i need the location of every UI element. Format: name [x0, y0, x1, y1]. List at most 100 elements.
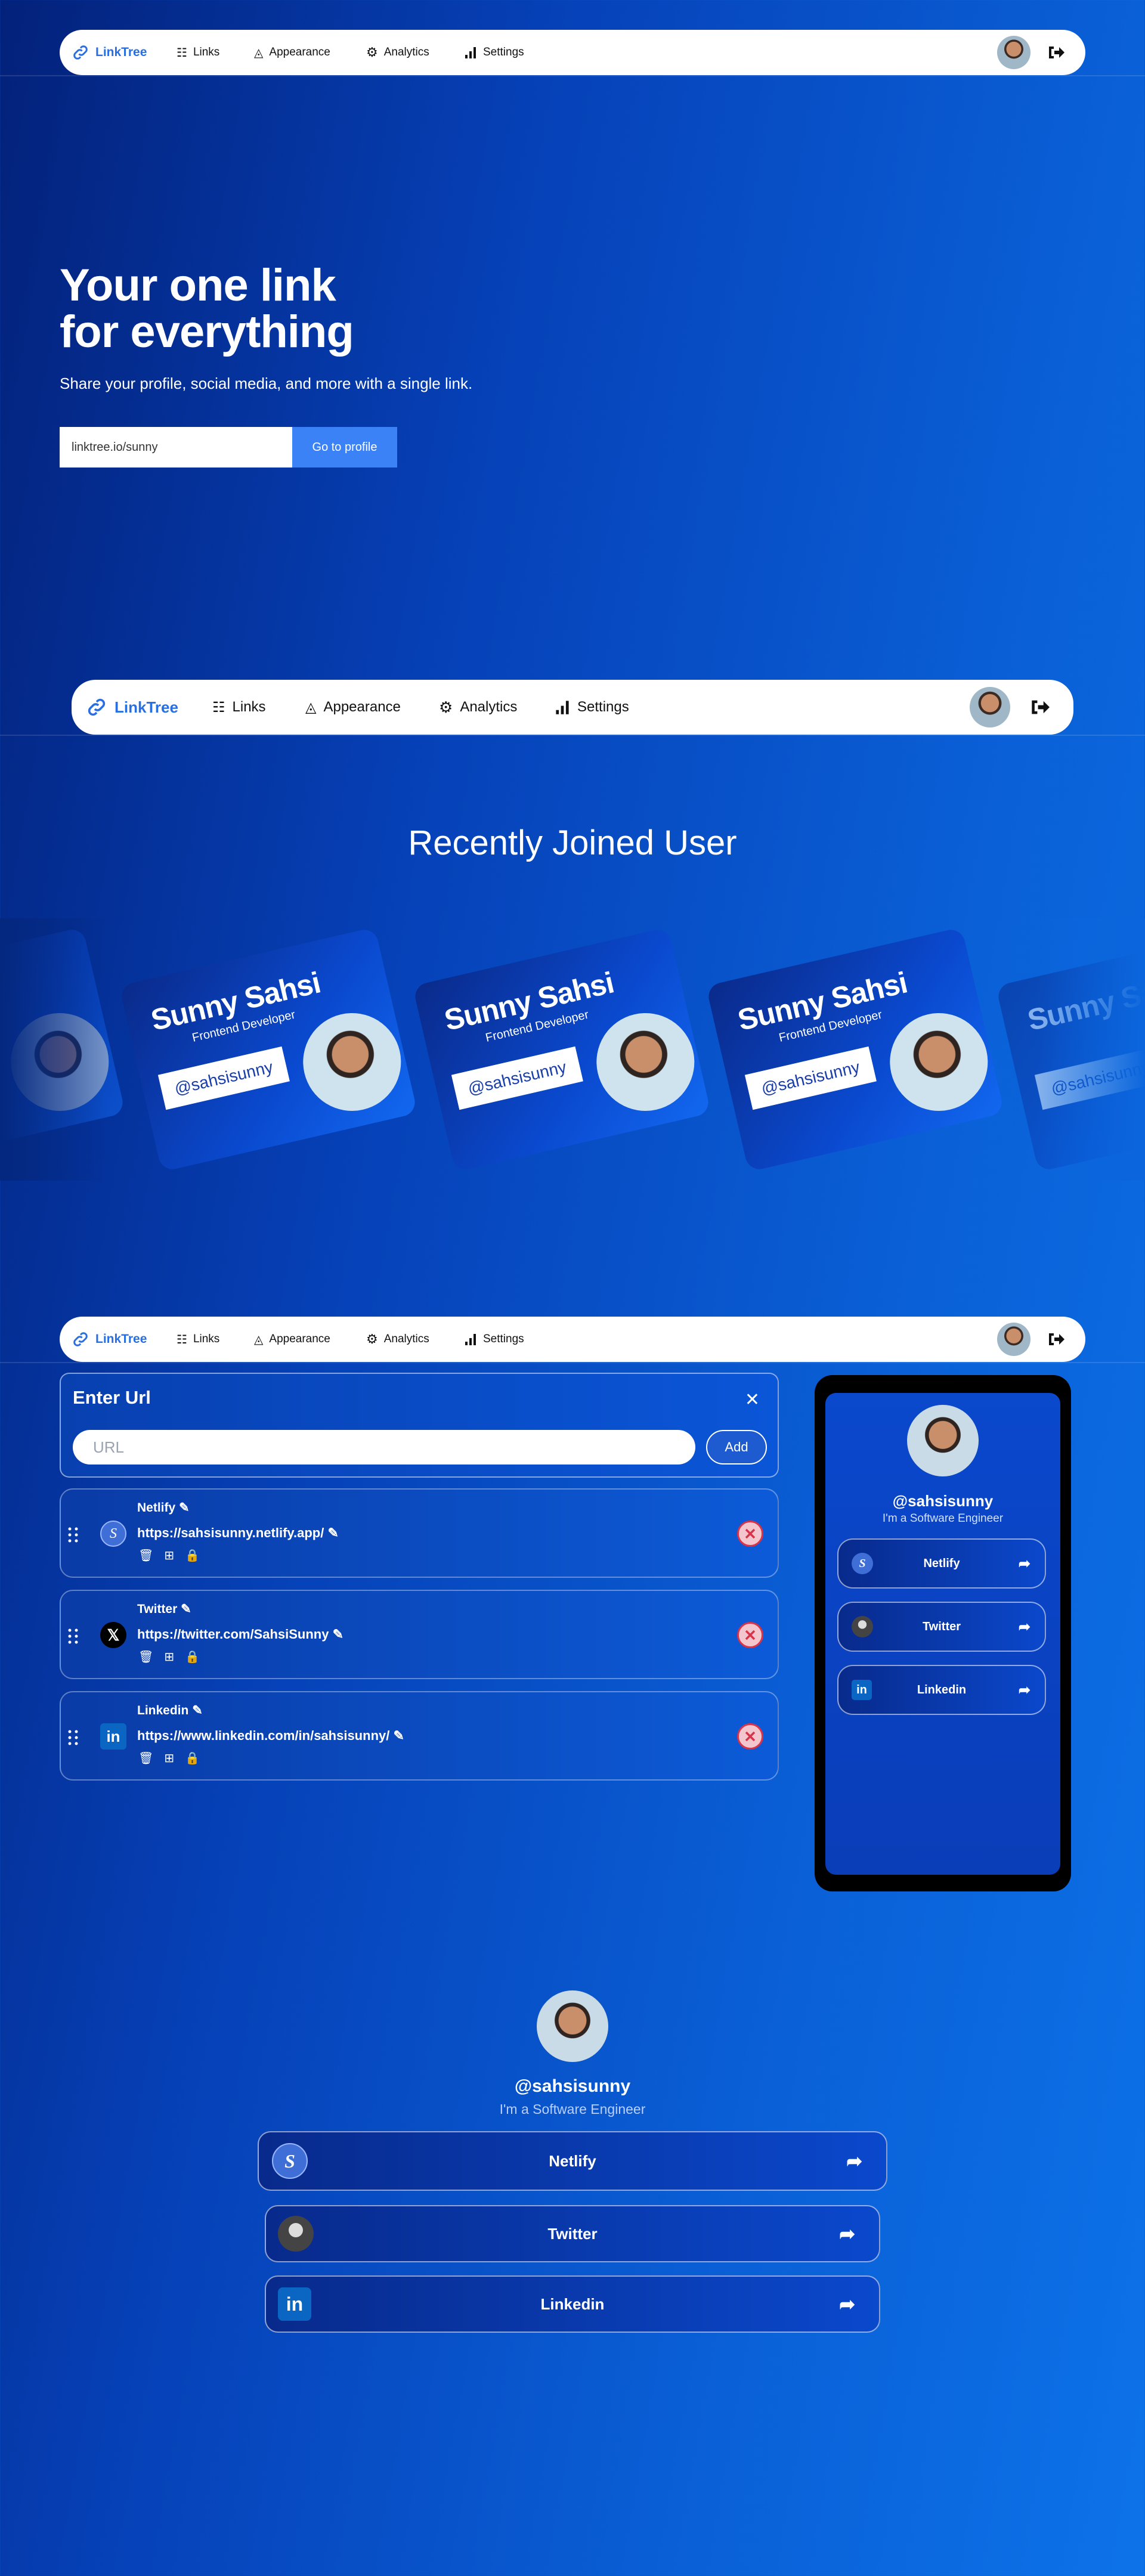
nav-divider: [0, 1362, 1145, 1363]
lock-icon[interactable]: 🔒: [185, 1548, 200, 1563]
close-icon[interactable]: ✕: [745, 1389, 760, 1410]
avatar[interactable]: [970, 687, 1010, 727]
profile-url-input[interactable]: linktree.io/sunny: [60, 427, 292, 467]
nav-divider: [0, 75, 1145, 76]
link-icon: [73, 45, 88, 60]
brand-logo[interactable]: LinkTree: [72, 1330, 147, 1348]
link-card-twitter: 𝕏 Twitter ✎ https://twitter.com/SahsiSun…: [60, 1590, 779, 1679]
shapes-icon: ◬: [254, 1333, 264, 1346]
hero-subtitle: Share your profile, social media, and mo…: [60, 374, 473, 392]
link-icon: [88, 698, 106, 716]
archive-icon[interactable]: ⊞: [164, 1649, 174, 1664]
share-icon: ➦: [1018, 1682, 1030, 1698]
profile-link-twitter[interactable]: Twitter ➦: [265, 2205, 880, 2262]
url-input[interactable]: URL: [73, 1430, 695, 1465]
preview-handle: @sahsisunny: [892, 1492, 994, 1510]
bar-chart-icon: [465, 47, 476, 58]
enter-url-panel: Enter Url ✕ URL Add: [60, 1373, 779, 1478]
edit-url-icon[interactable]: ✎: [333, 1627, 344, 1642]
drag-handle-icon[interactable]: [67, 1729, 80, 1746]
user-card[interactable]: Sunny Sahsi Frontend Developer @sahsisun…: [412, 927, 711, 1172]
gear-icon: ⚙: [366, 45, 378, 60]
nav-item-settings[interactable]: Settings: [464, 46, 524, 59]
link-card-netlify: S Netlify ✎ https://sahsisunny.netlify.a…: [60, 1488, 779, 1578]
nav-item-analytics[interactable]: ⚙ Analytics: [366, 45, 429, 60]
nav-item-appearance[interactable]: ◬ Appearance: [254, 45, 330, 60]
recently-joined-title: Recently Joined User: [408, 823, 737, 862]
brand-name: LinkTree: [95, 1332, 147, 1346]
lock-icon[interactable]: 🔒: [185, 1649, 200, 1664]
edit-name-icon[interactable]: ✎: [181, 1602, 191, 1616]
lock-icon[interactable]: 🔒: [185, 1751, 200, 1766]
top-navbar-large: LinkTree ☷ Links ◬ Appearance ⚙ Analytics S…: [72, 680, 1073, 735]
trash-icon[interactable]: 🗑: [138, 1751, 153, 1766]
nav-item-analytics[interactable]: ⚙ Analytics: [439, 698, 517, 717]
trash-icon[interactable]: 🗑: [138, 1649, 153, 1664]
preview-link-linkedin[interactable]: in Linkedin ➦: [837, 1665, 1046, 1715]
delete-icon[interactable]: [737, 1723, 763, 1750]
logout-icon[interactable]: [1047, 1331, 1065, 1348]
bar-chart-icon: [465, 1334, 476, 1345]
nav-item-settings[interactable]: Settings: [555, 699, 629, 716]
delete-icon[interactable]: [737, 1622, 763, 1648]
linkedin-icon: in: [100, 1723, 126, 1750]
share-icon: ➦: [839, 2293, 855, 2315]
top-navbar: LinkTree ☷ Links ◬ Appearance ⚙ Analytics S…: [60, 1317, 1085, 1362]
edit-name-icon[interactable]: ✎: [179, 1501, 190, 1515]
netlify-icon: S: [100, 1521, 126, 1547]
twitter-avatar-icon: [852, 1616, 873, 1637]
edit-url-icon[interactable]: ✎: [393, 1728, 404, 1743]
nav-item-links[interactable]: ☷ Links: [177, 45, 219, 60]
share-icon: ➦: [839, 2223, 855, 2244]
hero-title: Your one link for everything: [60, 260, 354, 357]
profile-avatar: [537, 1990, 608, 2062]
nav-item-analytics[interactable]: ⚙ Analytics: [366, 1332, 429, 1347]
nav-divider: [0, 735, 1145, 736]
logout-icon[interactable]: [1029, 698, 1051, 717]
bar-chart-icon: [556, 701, 569, 714]
drag-handle-icon[interactable]: [67, 1628, 80, 1645]
go-to-profile-button[interactable]: Go to profile: [292, 427, 397, 467]
profile-link-netlify[interactable]: S Netlify ➦: [258, 2131, 887, 2191]
drag-handle-icon[interactable]: [67, 1527, 80, 1543]
archive-icon[interactable]: ⊞: [164, 1548, 174, 1563]
brand-logo[interactable]: LinkTree: [86, 696, 178, 718]
edit-name-icon[interactable]: ✎: [192, 1704, 203, 1717]
nav-item-settings[interactable]: Settings: [464, 1333, 524, 1346]
profile-handle: @sahsisunny: [514, 2076, 631, 2096]
preview-link-netlify[interactable]: S Netlify ➦: [837, 1538, 1046, 1589]
carousel-fade-left: [0, 918, 107, 1181]
netlify-icon: S: [272, 2143, 308, 2179]
preview-link-twitter[interactable]: Twitter ➦: [837, 1602, 1046, 1652]
top-navbar: LinkTree ☷ Links ◬ Appearance ⚙ Analytics S…: [60, 30, 1085, 75]
preview-avatar: [907, 1405, 979, 1476]
profile-link-linkedin[interactable]: in Linkedin ➦: [265, 2275, 880, 2333]
link-card-linkedin: in Linkedin ✎ https://www.linkedin.com/i…: [60, 1691, 779, 1781]
user-photo: [880, 1003, 998, 1121]
share-icon: ➦: [846, 2150, 862, 2172]
list-icon: ☷: [177, 1333, 187, 1346]
trash-icon[interactable]: 🗑: [138, 1548, 153, 1563]
phone-preview: @sahsisunny I'm a Software Engineer S Ne…: [815, 1375, 1071, 1891]
add-button[interactable]: Add: [706, 1430, 767, 1465]
nav-item-appearance[interactable]: ◬ Appearance: [254, 1332, 330, 1347]
edit-url-icon[interactable]: ✎: [327, 1525, 338, 1540]
avatar[interactable]: [997, 36, 1030, 69]
archive-icon[interactable]: ⊞: [164, 1751, 174, 1766]
gear-icon: ⚙: [366, 1332, 378, 1346]
brand-logo[interactable]: LinkTree: [72, 44, 147, 61]
user-card[interactable]: Sunny Sahsi Frontend Developer @sahsisun…: [119, 927, 418, 1172]
shapes-icon: ◬: [254, 46, 264, 60]
nav-item-appearance[interactable]: ◬ Appearance: [305, 699, 401, 716]
logout-icon[interactable]: [1047, 44, 1065, 61]
user-photo: [293, 1003, 411, 1121]
linkedin-icon: in: [852, 1680, 872, 1700]
carousel-fade-right: [1038, 918, 1145, 1181]
delete-icon[interactable]: [737, 1521, 763, 1547]
x-twitter-icon: 𝕏: [100, 1622, 126, 1648]
user-card[interactable]: Sunny Sahsi Frontend Developer @sahsisun…: [705, 927, 1005, 1172]
avatar[interactable]: [997, 1323, 1030, 1356]
nav-item-links[interactable]: ☷ Links: [212, 699, 266, 716]
nav-item-links[interactable]: ☷ Links: [177, 1332, 219, 1347]
list-icon: ☷: [177, 46, 187, 60]
